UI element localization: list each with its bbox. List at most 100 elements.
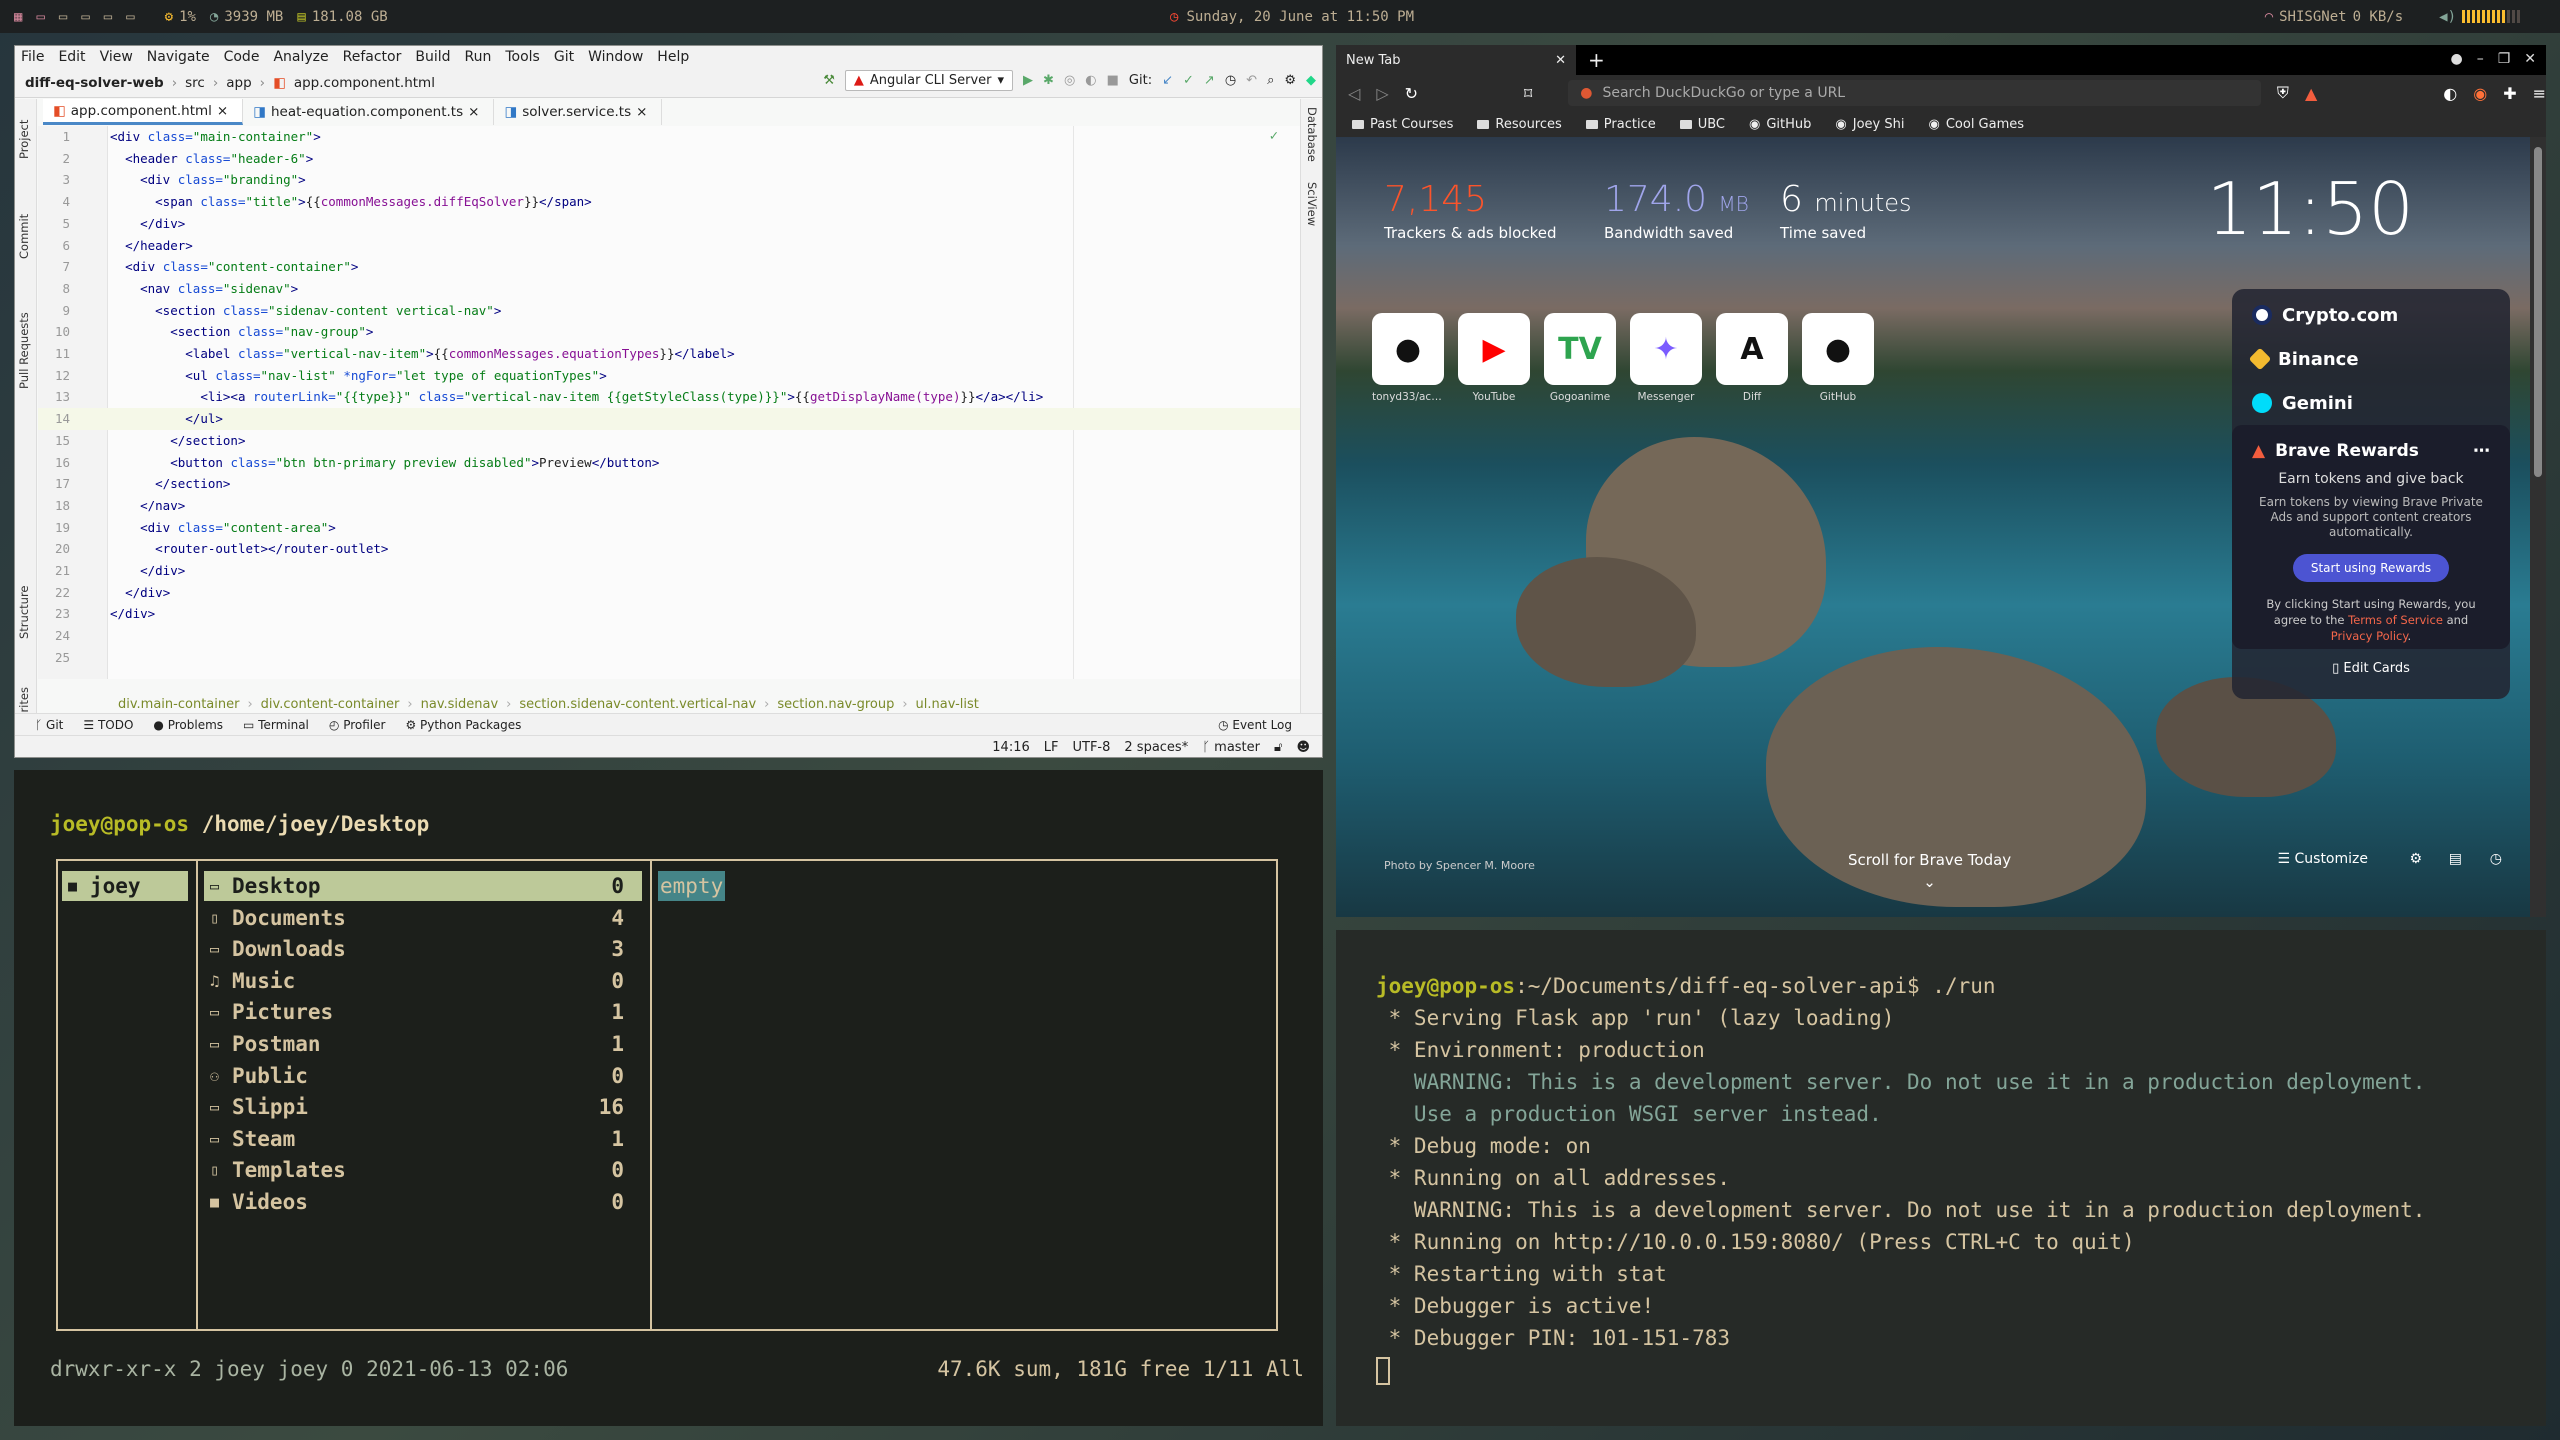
structure-crumb[interactable]: section.sidenav-content.vertical-nav: [519, 697, 756, 712]
clock-widget[interactable]: ◷ Sunday, 20 June at 11:50 PM: [1170, 0, 1414, 33]
ranger-terminal[interactable]: joey@pop-os /home/joey/Desktop ■ joey ▭ D…: [14, 770, 1323, 1426]
structure-crumb[interactable]: section.nav-group: [777, 697, 894, 712]
extension-1-icon[interactable]: ◐: [2443, 84, 2457, 103]
close-window-icon[interactable]: ✕: [2524, 51, 2536, 67]
settings-gear-icon[interactable]: ⚙: [2409, 851, 2422, 867]
menu-run[interactable]: Run: [465, 49, 492, 65]
menu-tools[interactable]: Tools: [505, 49, 540, 65]
tool-structure[interactable]: Structure: [17, 586, 31, 640]
ranger-entry[interactable]: ⚇ Public 0: [204, 1061, 642, 1091]
src-crumb[interactable]: src: [185, 75, 205, 91]
code-editor[interactable]: ✓ ● 1<div class="main-container">2 <head…: [38, 126, 1300, 679]
workspace-4-icon[interactable]: ▭: [104, 9, 112, 25]
tool-database[interactable]: Database: [1305, 107, 1319, 162]
top-site-tile[interactable]: ● tonyd33/act...: [1372, 313, 1444, 403]
menu-navigate[interactable]: Navigate: [147, 49, 210, 65]
tool-window-profiler[interactable]: ◴ Profiler: [329, 718, 386, 732]
structure-crumb[interactable]: div.main-container: [118, 697, 239, 712]
maximize-icon[interactable]: ❐: [2498, 51, 2511, 67]
bookmark-practice[interactable]: Practice: [1585, 117, 1656, 132]
lock-icon[interactable]: 🔓︎: [1274, 740, 1282, 755]
menu-file[interactable]: File: [21, 49, 44, 65]
back-arrow-icon[interactable]: ◁: [1348, 84, 1360, 103]
menu-build[interactable]: Build: [415, 49, 450, 65]
structure-crumb[interactable]: nav.sidenav: [421, 697, 499, 712]
caret-position[interactable]: 14:16: [992, 740, 1029, 755]
menu-window[interactable]: Window: [588, 49, 643, 65]
stop-icon[interactable]: ■: [1107, 73, 1119, 88]
more-options-icon[interactable]: ⋯: [2473, 441, 2490, 461]
minimize-icon[interactable]: –: [2477, 51, 2484, 67]
bookmark-joey-shi[interactable]: ◉ Joey Shi: [1835, 117, 1904, 132]
apps-grid-icon[interactable]: ▦: [14, 9, 22, 25]
git-push-icon[interactable]: ↗: [1204, 73, 1215, 88]
history-icon[interactable]: ◷: [2490, 851, 2502, 867]
close-tab-icon[interactable]: ×: [636, 104, 647, 120]
close-tab-icon[interactable]: ×: [468, 104, 479, 120]
forward-arrow-icon[interactable]: ▷: [1376, 84, 1388, 103]
run-icon[interactable]: ▶: [1023, 73, 1033, 88]
tool-window-git[interactable]: ᚴ Git: [35, 718, 63, 732]
ranger-entry[interactable]: ▭ Postman 1: [204, 1029, 642, 1059]
brave-shields-icon[interactable]: ⛨: [2277, 83, 2289, 103]
bookmarks-manager-icon[interactable]: ▤: [2449, 851, 2462, 867]
workspace-2-icon[interactable]: ▭: [59, 9, 67, 25]
ranger-parent-entry[interactable]: ■ joey: [62, 871, 188, 901]
ranger-entry[interactable]: ▭ Pictures 1: [204, 997, 642, 1027]
git-rollback-icon[interactable]: ↶: [1246, 73, 1257, 88]
menu-edit[interactable]: Edit: [58, 49, 85, 65]
new-tab-plus-icon[interactable]: +: [1588, 48, 1605, 72]
ranger-entry[interactable]: ▭ Downloads 3: [204, 934, 642, 964]
build-hammer-icon[interactable]: ⚒: [823, 73, 835, 88]
network-widget[interactable]: ◠ SHISGNet 0 KB/s: [2265, 9, 2403, 25]
ranger-entry[interactable]: ▭ Slippi 16: [204, 1092, 642, 1122]
tool-window-terminal[interactable]: ▭ Terminal: [243, 718, 309, 732]
bookmark-cool-games[interactable]: ◉ Cool Games: [1928, 117, 2024, 132]
menu-analyze[interactable]: Analyze: [273, 49, 328, 65]
address-bar[interactable]: ● Search DuckDuckGo or type a URL: [1568, 80, 2261, 106]
gemini-card[interactable]: Gemini: [2232, 381, 2510, 425]
tool-window-problems[interactable]: ● Problems: [153, 718, 223, 732]
bookmark-past-courses[interactable]: Past Courses: [1352, 117, 1453, 132]
ranger-entry[interactable]: ▭ Desktop 0: [204, 871, 642, 901]
ranger-entry[interactable]: ▯ Templates 0: [204, 1155, 642, 1185]
scroll-brave-today[interactable]: Scroll for Brave Today ⌄: [1848, 851, 2011, 891]
close-tab-icon[interactable]: ✕: [1555, 53, 1566, 68]
bookmark-resources[interactable]: Resources: [1477, 117, 1562, 132]
settings-gear-icon[interactable]: ⚙: [1284, 73, 1296, 88]
top-site-tile[interactable]: ✦ Messenger: [1630, 313, 1702, 403]
top-site-tile[interactable]: ▶ YouTube: [1458, 313, 1530, 403]
git-branch-widget[interactable]: ᚴ master: [1202, 740, 1260, 755]
menu-help[interactable]: Help: [657, 49, 689, 65]
tab-new-tab[interactable]: New Tab ✕: [1336, 45, 1576, 75]
ranger-entry[interactable]: ▭ Steam 1: [204, 1124, 642, 1154]
ranger-entry[interactable]: ■ Videos 0: [204, 1187, 642, 1217]
terminal-cursor[interactable]: [1376, 1357, 1390, 1385]
tool-sciview[interactable]: SciView: [1305, 182, 1319, 226]
top-site-tile[interactable]: TV Gogoanime: [1544, 313, 1616, 403]
workspace-1-icon[interactable]: ▭: [36, 9, 44, 25]
structure-crumb[interactable]: div.content-container: [261, 697, 400, 712]
line-separator[interactable]: LF: [1044, 740, 1059, 755]
tool-window-todo[interactable]: ☰ TODO: [83, 718, 133, 732]
extension-2-icon[interactable]: ◉: [2473, 84, 2487, 103]
indent-setting[interactable]: 2 spaces*: [1124, 740, 1188, 755]
menu-refactor[interactable]: Refactor: [343, 49, 402, 65]
menu-view[interactable]: View: [100, 49, 133, 65]
reload-icon[interactable]: ↻: [1405, 84, 1418, 103]
page-scrollbar[interactable]: [2530, 137, 2546, 917]
start-rewards-button[interactable]: Start using Rewards: [2293, 554, 2449, 582]
workspace-3-icon[interactable]: ▭: [81, 9, 89, 25]
flask-terminal[interactable]: joey@pop-os:~/Documents/diff-eq-solver-a…: [1336, 930, 2546, 1426]
profile-icon[interactable]: ◐: [1085, 73, 1096, 88]
file-crumb[interactable]: app.component.html: [294, 75, 435, 91]
scrollbar-thumb[interactable]: [2534, 147, 2542, 477]
binance-card[interactable]: Binance: [2232, 337, 2510, 381]
coverage-icon[interactable]: ◎: [1064, 73, 1075, 88]
menu-git[interactable]: Git: [554, 49, 574, 65]
privacy-policy-link[interactable]: Privacy Policy: [2331, 629, 2408, 643]
debug-icon[interactable]: ✱: [1043, 73, 1054, 88]
ranger-entry[interactable]: ▯ Documents 4: [204, 903, 642, 933]
crypto-com-card[interactable]: Crypto.com: [2232, 293, 2510, 337]
git-history-icon[interactable]: ◷: [1225, 73, 1236, 88]
